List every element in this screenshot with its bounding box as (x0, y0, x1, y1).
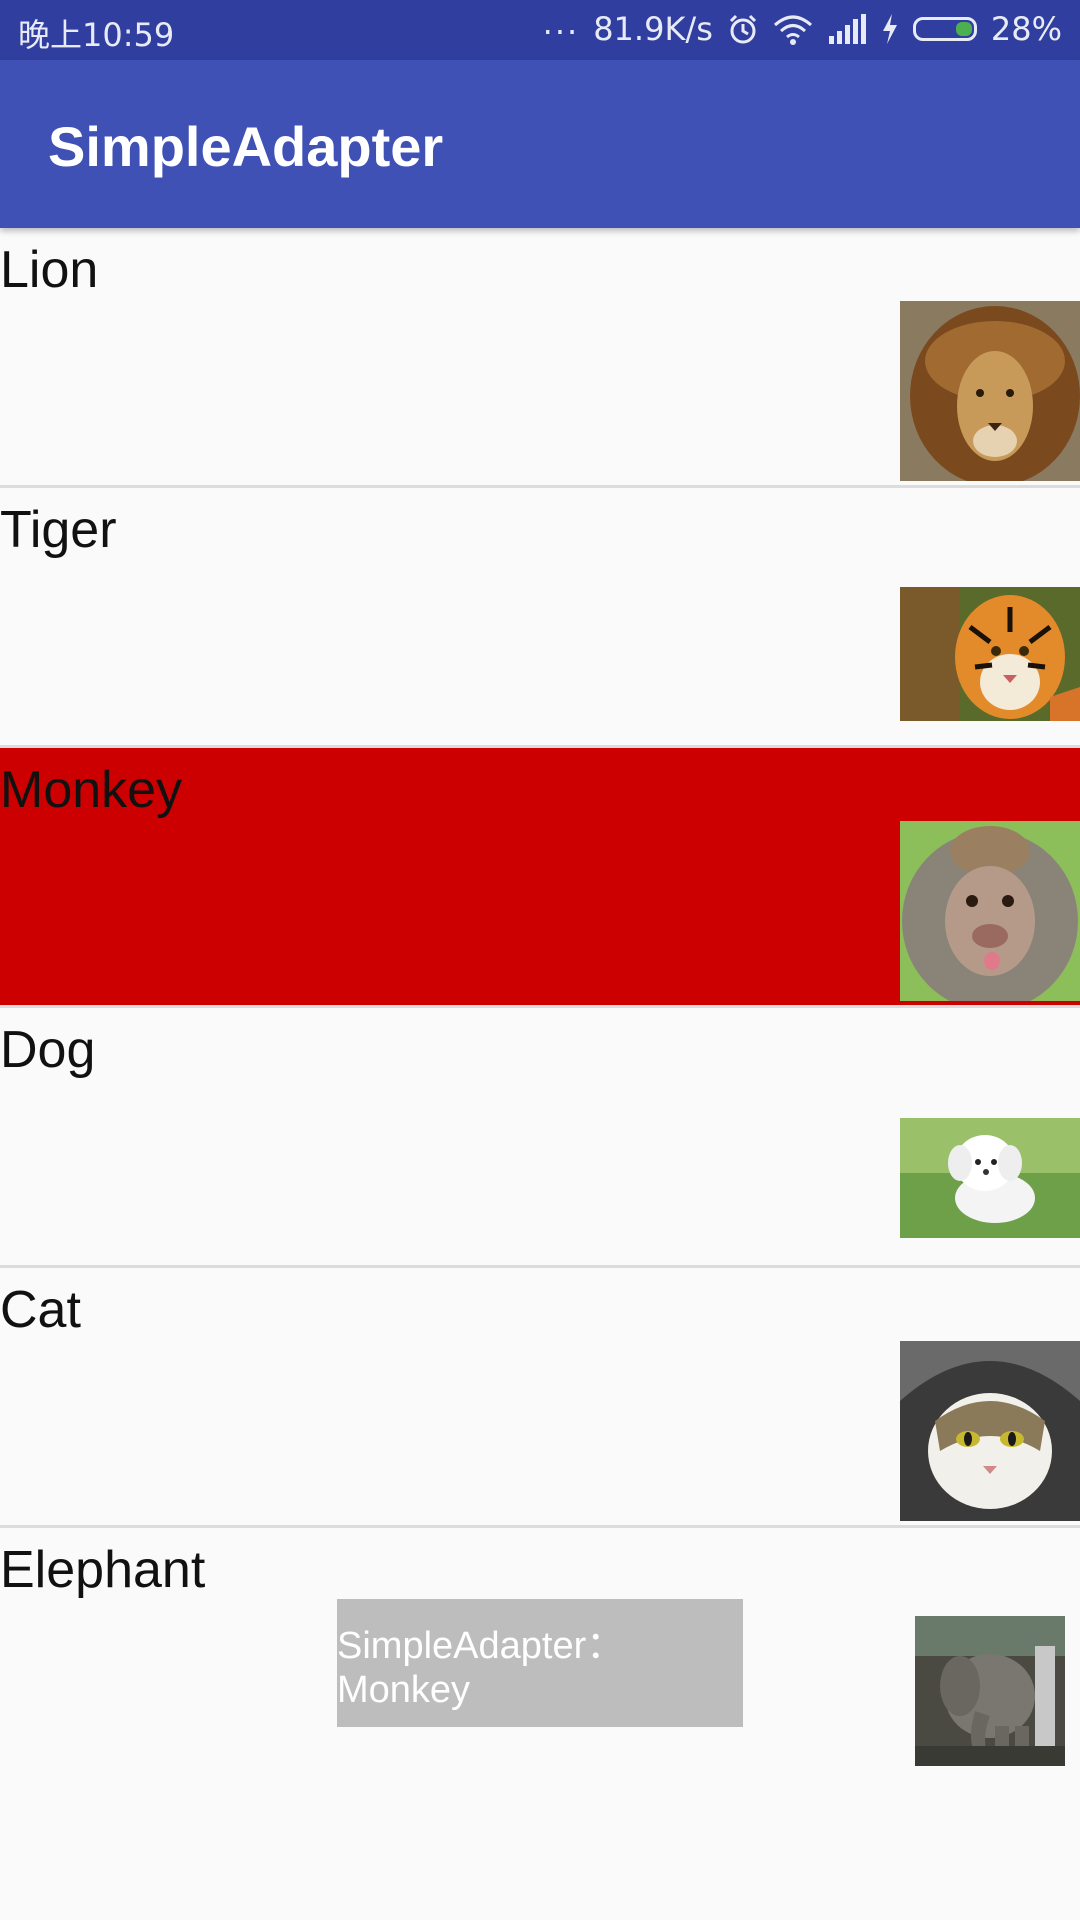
network-speed: 81.9K/s (593, 10, 713, 48)
status-time: 晚上10:59 (18, 16, 175, 54)
tiger-photo (900, 587, 1080, 721)
list-item-label: Monkey (0, 761, 183, 819)
dog-photo (900, 1118, 1080, 1238)
app-bar: SimpleAdapter (0, 60, 1080, 228)
list-item-label: Lion (0, 241, 99, 299)
list-item-monkey[interactable]: Monkey (0, 748, 1080, 1008)
wifi-icon (773, 15, 812, 45)
list-item-lion[interactable]: Lion (0, 228, 1080, 488)
lion-photo (900, 301, 1080, 481)
list-item-label: Dog (0, 1021, 96, 1079)
list-item-cat[interactable]: Cat (0, 1268, 1080, 1528)
elephant-photo (915, 1616, 1065, 1766)
more-notifications-icon: ... (542, 4, 580, 42)
animal-list[interactable]: Lion Tiger Monkey Dog Cat Elephant (0, 228, 1080, 1785)
status-bar: 晚上10:59 ... 81.9K/s 28% (0, 0, 1080, 60)
alarm-icon (729, 14, 756, 44)
status-icons: ... 81.9K/s 28% (543, 4, 1062, 48)
toast-message: SimpleAdapter：Monkey (337, 1599, 743, 1727)
list-item-label: Cat (0, 1281, 81, 1339)
list-item-label: Tiger (0, 501, 117, 559)
battery-level: 28% (990, 10, 1062, 48)
list-item-label: Elephant (0, 1541, 206, 1599)
app-title: SimpleAdapter (48, 115, 444, 178)
cat-photo (900, 1341, 1080, 1521)
monkey-photo (900, 821, 1080, 1001)
battery-icon (912, 17, 977, 41)
charging-icon (882, 14, 897, 44)
signal-icon (828, 14, 866, 44)
list-item-dog[interactable]: Dog (0, 1008, 1080, 1268)
list-item-tiger[interactable]: Tiger (0, 488, 1080, 748)
